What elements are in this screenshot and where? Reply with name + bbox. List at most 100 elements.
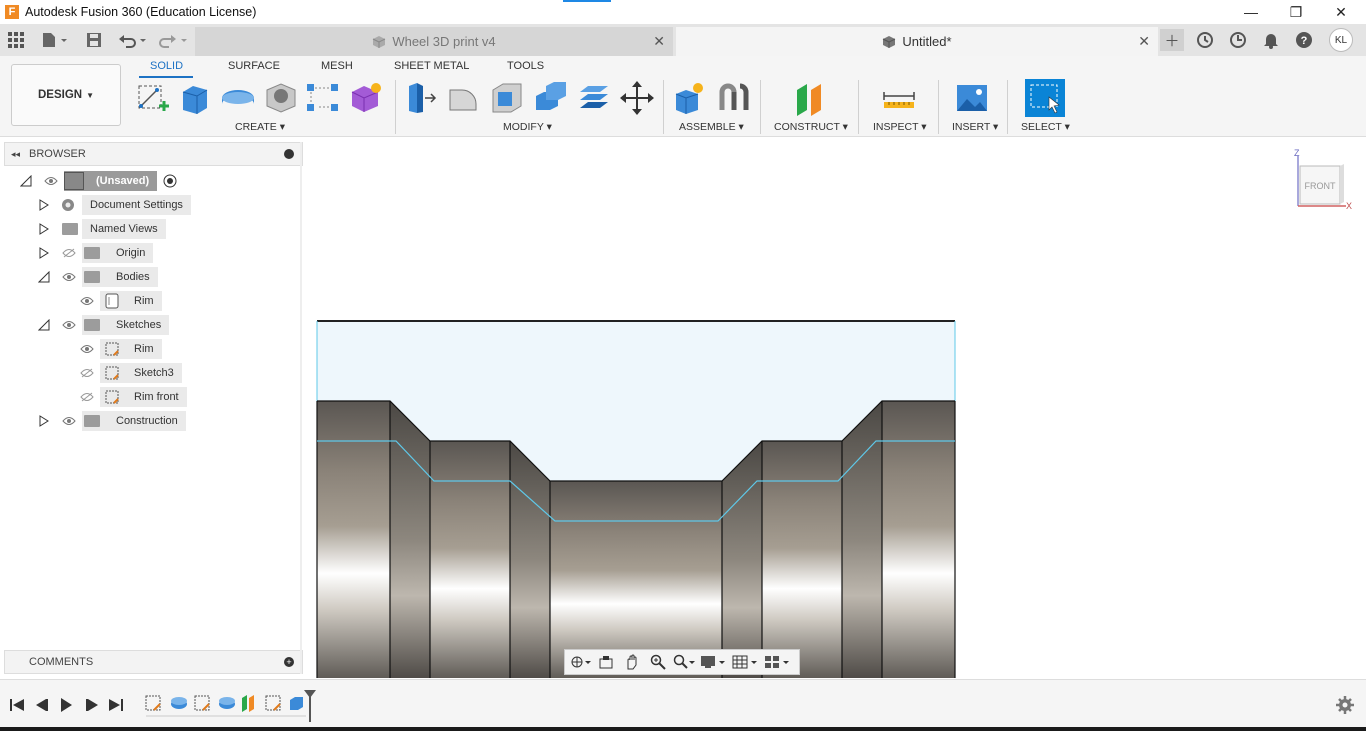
tab-mesh[interactable]: MESH: [321, 60, 353, 72]
create-menu[interactable]: CREATE ▾: [235, 121, 285, 133]
press-pull-icon[interactable]: [403, 80, 439, 116]
fillet-icon[interactable]: [446, 80, 482, 116]
tree-item-bodies[interactable]: Bodies: [38, 267, 158, 287]
pattern-icon[interactable]: [305, 80, 341, 116]
insert-menu[interactable]: INSERT ▾: [952, 121, 998, 133]
viewports-icon[interactable]: [763, 652, 791, 672]
collapsed-triangle-icon[interactable]: [38, 223, 50, 235]
hole-icon[interactable]: [263, 80, 299, 116]
tab-label: Wheel 3D print v4: [392, 34, 496, 49]
new-tab-plus-icon[interactable]: ＋: [1160, 29, 1184, 51]
collapsed-triangle-icon[interactable]: [38, 415, 50, 427]
tree-item-construction[interactable]: Construction: [38, 411, 186, 431]
create-sketch-icon[interactable]: [135, 80, 171, 116]
create-form-icon[interactable]: [348, 80, 384, 116]
modify-menu[interactable]: MODIFY ▾: [503, 121, 552, 133]
add-comment-icon[interactable]: +: [284, 657, 294, 667]
tree-item-body-rim[interactable]: Rim: [76, 291, 162, 311]
body-icon: [105, 293, 119, 309]
revolve-icon[interactable]: [220, 80, 256, 116]
combine-icon[interactable]: [532, 80, 568, 116]
tree-root[interactable]: (Unsaved): [20, 171, 177, 191]
timeline-features[interactable]: [142, 690, 322, 722]
construct-menu[interactable]: CONSTRUCT ▾: [774, 121, 848, 133]
tab-solid[interactable]: SOLID: [150, 60, 183, 72]
minimize-button[interactable]: —: [1228, 0, 1274, 24]
move-icon[interactable]: [619, 80, 655, 116]
close-button[interactable]: ✕: [1318, 0, 1364, 24]
help-icon[interactable]: ?: [1293, 29, 1315, 51]
navigation-bar: [564, 649, 800, 675]
offset-plane-icon[interactable]: [791, 80, 827, 116]
offset-face-icon[interactable]: [576, 80, 612, 116]
collapsed-triangle-icon[interactable]: [38, 199, 50, 211]
expanded-triangle-icon[interactable]: [20, 175, 32, 187]
visibility-eye-icon[interactable]: [80, 344, 94, 354]
title-accent-bar: [563, 0, 611, 2]
visibility-eye-icon[interactable]: [80, 296, 94, 306]
tree-item-sketch3[interactable]: Sketch3: [76, 363, 182, 383]
new-component-icon[interactable]: [672, 80, 708, 116]
tab-untitled[interactable]: Untitled* ✕: [676, 27, 1158, 56]
data-panel-grid-icon[interactable]: [6, 30, 26, 50]
tree-item-origin[interactable]: Origin: [38, 243, 154, 263]
zoom-window-icon[interactable]: [673, 652, 695, 672]
file-menu-icon[interactable]: [40, 30, 70, 50]
display-settings-icon[interactable]: [699, 652, 727, 672]
orbit-icon[interactable]: [569, 652, 591, 672]
look-at-icon[interactable]: [595, 652, 617, 672]
extrude-icon[interactable]: [177, 80, 213, 116]
redo-icon[interactable]: [158, 30, 190, 50]
workspace-switcher-button[interactable]: DESIGN ▼: [11, 64, 121, 126]
job-status-icon[interactable]: [1194, 29, 1216, 51]
insert-image-icon[interactable]: [954, 80, 990, 116]
hidden-eye-icon[interactable]: [80, 368, 94, 378]
toolbar-separator: [1007, 80, 1008, 134]
close-tab-icon[interactable]: ✕: [1138, 33, 1150, 50]
tab-surface[interactable]: SURFACE: [228, 60, 280, 72]
select-menu[interactable]: SELECT ▾: [1021, 121, 1070, 133]
tree-item-named-views[interactable]: Named Views: [38, 219, 166, 239]
maximize-button[interactable]: ❐: [1273, 0, 1319, 24]
minimize-panel-icon[interactable]: [284, 149, 294, 159]
grid-settings-icon[interactable]: [731, 652, 759, 672]
rim-model-3d[interactable]: [305, 138, 1366, 679]
tab-tools[interactable]: TOOLS: [507, 60, 544, 72]
timeline-settings-gear-icon[interactable]: [1336, 696, 1354, 714]
undo-icon[interactable]: [117, 30, 149, 50]
joint-icon[interactable]: [716, 80, 752, 116]
expanded-triangle-icon[interactable]: [38, 319, 50, 331]
activate-radio-icon[interactable]: [163, 174, 177, 188]
clock-history-icon[interactable]: [1227, 29, 1249, 51]
assemble-menu[interactable]: ASSEMBLE ▾: [679, 121, 744, 133]
close-tab-icon[interactable]: ✕: [653, 33, 665, 50]
save-icon[interactable]: [84, 30, 104, 50]
inspect-menu[interactable]: INSPECT ▾: [873, 121, 927, 133]
visibility-eye-icon[interactable]: [62, 320, 76, 330]
expanded-triangle-icon[interactable]: [38, 271, 50, 283]
collapsed-triangle-icon[interactable]: [38, 247, 50, 259]
collapse-panel-icon[interactable]: ◂◂: [11, 149, 20, 160]
x-axis-label: X: [1346, 201, 1352, 211]
viewcube[interactable]: Z X FRONT: [1290, 146, 1362, 222]
visibility-eye-icon[interactable]: [62, 416, 76, 426]
tree-item-document-settings[interactable]: Document Settings: [38, 195, 191, 215]
visibility-eye-icon[interactable]: [62, 272, 76, 282]
hidden-eye-icon[interactable]: [62, 248, 76, 258]
zoom-icon[interactable]: [647, 652, 669, 672]
fusion-logo-icon: F: [5, 5, 19, 19]
tab-wheel-3d-print[interactable]: Wheel 3D print v4 ✕: [195, 27, 673, 56]
hidden-eye-icon[interactable]: [80, 392, 94, 402]
canvas-viewport[interactable]: Z X FRONT: [305, 138, 1366, 679]
visibility-eye-icon[interactable]: [44, 176, 58, 186]
tree-item-sketch-rim-front[interactable]: Rim front: [76, 387, 187, 407]
select-window-icon[interactable]: [1025, 79, 1065, 117]
user-avatar[interactable]: KL: [1329, 28, 1353, 52]
measure-icon[interactable]: [881, 80, 917, 116]
shell-icon[interactable]: [489, 80, 525, 116]
tab-sheet-metal[interactable]: SHEET METAL: [394, 60, 469, 72]
pan-hand-icon[interactable]: [621, 652, 643, 672]
tree-item-sketch-rim[interactable]: Rim: [76, 339, 162, 359]
notifications-bell-icon[interactable]: [1260, 29, 1282, 51]
tree-item-sketches[interactable]: Sketches: [38, 315, 170, 335]
